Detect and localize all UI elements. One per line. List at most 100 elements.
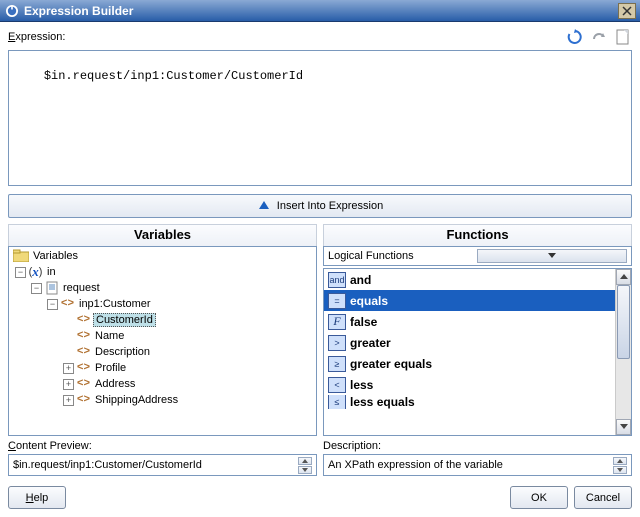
function-list-panel: and and = equals F false > greater xyxy=(323,268,632,436)
node-label: Address xyxy=(93,378,137,390)
refresh-button[interactable] xyxy=(566,28,584,46)
function-badge: > xyxy=(328,335,346,351)
help-button[interactable]: Help xyxy=(8,486,66,509)
step-down[interactable] xyxy=(298,466,312,474)
collapse-icon[interactable]: − xyxy=(15,267,26,278)
redo-icon xyxy=(591,29,607,45)
function-badge: ≤ xyxy=(328,395,346,409)
twisty-empty xyxy=(63,331,74,342)
function-badge: ≥ xyxy=(328,356,346,372)
expression-label-row: Expression: xyxy=(8,28,632,46)
node-label: ShippingAddress xyxy=(93,394,180,406)
insert-into-expression-button[interactable]: Insert Into Expression xyxy=(8,194,632,218)
tree-node-customer[interactable]: − <> inp1:Customer xyxy=(47,296,312,312)
scrollbar[interactable] xyxy=(615,269,631,435)
tree-node-shippingaddress[interactable]: + <> ShippingAddress xyxy=(63,392,312,408)
scroll-up-button[interactable] xyxy=(616,269,631,285)
function-item-less[interactable]: < less xyxy=(324,374,615,395)
function-item-equals[interactable]: = equals xyxy=(324,290,615,311)
node-label: Profile xyxy=(93,362,128,374)
scroll-track[interactable] xyxy=(616,285,631,419)
function-category-dropdown[interactable]: Logical Functions xyxy=(323,246,632,266)
twisty-empty xyxy=(63,315,74,326)
function-label: and xyxy=(350,273,371,287)
preview-row: Content Preview: $in.request/inp1:Custom… xyxy=(8,440,632,476)
function-list[interactable]: and and = equals F false > greater xyxy=(324,269,615,435)
element-icon: <> xyxy=(76,345,91,359)
tree-node-in[interactable]: − (x) in xyxy=(15,264,312,280)
node-label: CustomerId xyxy=(93,313,156,327)
function-label: greater equals xyxy=(350,357,432,371)
expression-textarea[interactable]: $in.request/inp1:Customer/CustomerId xyxy=(8,50,632,186)
function-item-greater[interactable]: > greater xyxy=(324,332,615,353)
chevron-down-icon xyxy=(477,249,628,263)
function-label: less equals xyxy=(350,395,415,409)
scroll-thumb[interactable] xyxy=(617,285,630,359)
tree-node-address[interactable]: + <> Address xyxy=(63,376,312,392)
tree-node-name[interactable]: <> Name xyxy=(63,328,312,344)
expand-icon[interactable]: + xyxy=(63,363,74,374)
window-title: Expression Builder xyxy=(24,4,618,18)
variables-tree-panel[interactable]: Variables − (x) in − request xyxy=(8,246,317,436)
stepper[interactable] xyxy=(613,457,627,474)
function-label: less xyxy=(350,378,373,392)
node-label: in xyxy=(45,266,58,278)
expand-icon[interactable]: + xyxy=(63,395,74,406)
node-label: request xyxy=(61,282,102,294)
insert-icon xyxy=(257,199,271,213)
content-preview-label: Content Preview: xyxy=(8,440,317,452)
content-preview-value: $in.request/inp1:Customer/CustomerId xyxy=(13,459,298,471)
redo-button[interactable] xyxy=(590,28,608,46)
content-preview-section: Content Preview: $in.request/inp1:Custom… xyxy=(8,440,317,476)
function-item-false[interactable]: F false xyxy=(324,311,615,332)
element-icon: <> xyxy=(76,377,91,391)
function-item-and[interactable]: and and xyxy=(324,269,615,290)
node-label: Description xyxy=(93,346,152,358)
function-badge: < xyxy=(328,377,346,393)
dialog-footer: Help OK Cancel xyxy=(8,486,632,509)
tree-node-description[interactable]: <> Description xyxy=(63,344,312,360)
new-button[interactable] xyxy=(614,28,632,46)
description-section: Description: An XPath expression of the … xyxy=(323,440,632,476)
description-field[interactable]: An XPath expression of the variable xyxy=(323,454,632,476)
function-badge: = xyxy=(328,293,346,309)
stepper[interactable] xyxy=(298,457,312,474)
step-down[interactable] xyxy=(613,466,627,474)
refresh-icon xyxy=(567,29,583,45)
description-label: Description: xyxy=(323,440,632,452)
app-icon xyxy=(4,3,20,19)
function-label: false xyxy=(350,315,377,329)
expression-label: Expression: xyxy=(8,31,65,43)
functions-panel: Functions Logical Functions and and = eq… xyxy=(323,224,632,436)
function-badge: and xyxy=(328,272,346,288)
tree-node-profile[interactable]: + <> Profile xyxy=(63,360,312,376)
folder-icon xyxy=(13,249,29,262)
collapse-icon[interactable]: − xyxy=(31,283,42,294)
variable-icon: (x) xyxy=(28,265,43,279)
collapse-icon[interactable]: − xyxy=(47,299,58,310)
step-up[interactable] xyxy=(298,457,312,465)
expression-text: $in.request/inp1:Customer/CustomerId xyxy=(44,69,303,83)
tree-node-customerid[interactable]: <> CustomerId xyxy=(63,312,312,328)
variables-header: Variables xyxy=(8,224,317,246)
scroll-down-button[interactable] xyxy=(616,419,631,435)
element-icon: <> xyxy=(60,297,75,311)
element-icon: <> xyxy=(76,393,91,407)
function-item-greater-equals[interactable]: ≥ greater equals xyxy=(324,353,615,374)
cancel-button[interactable]: Cancel xyxy=(574,486,632,509)
ok-button[interactable]: OK xyxy=(510,486,568,509)
element-icon: <> xyxy=(76,329,91,343)
dialog-body: Expression: $in.request/inp1:Customer/Cu… xyxy=(0,22,640,517)
tree-node-request[interactable]: − request xyxy=(31,280,312,296)
document-icon xyxy=(44,281,59,295)
expand-icon[interactable]: + xyxy=(63,379,74,390)
function-item-less-equals[interactable]: ≤ less equals xyxy=(324,395,615,409)
content-preview-field[interactable]: $in.request/inp1:Customer/CustomerId xyxy=(8,454,317,476)
node-label: Name xyxy=(93,330,126,342)
dropdown-value: Logical Functions xyxy=(328,250,477,262)
variables-root[interactable]: Variables xyxy=(13,249,312,264)
close-button[interactable] xyxy=(618,3,636,19)
variables-panel: Variables Variables − (x) in xyxy=(8,224,317,436)
step-up[interactable] xyxy=(613,457,627,465)
title-bar: Expression Builder xyxy=(0,0,640,22)
